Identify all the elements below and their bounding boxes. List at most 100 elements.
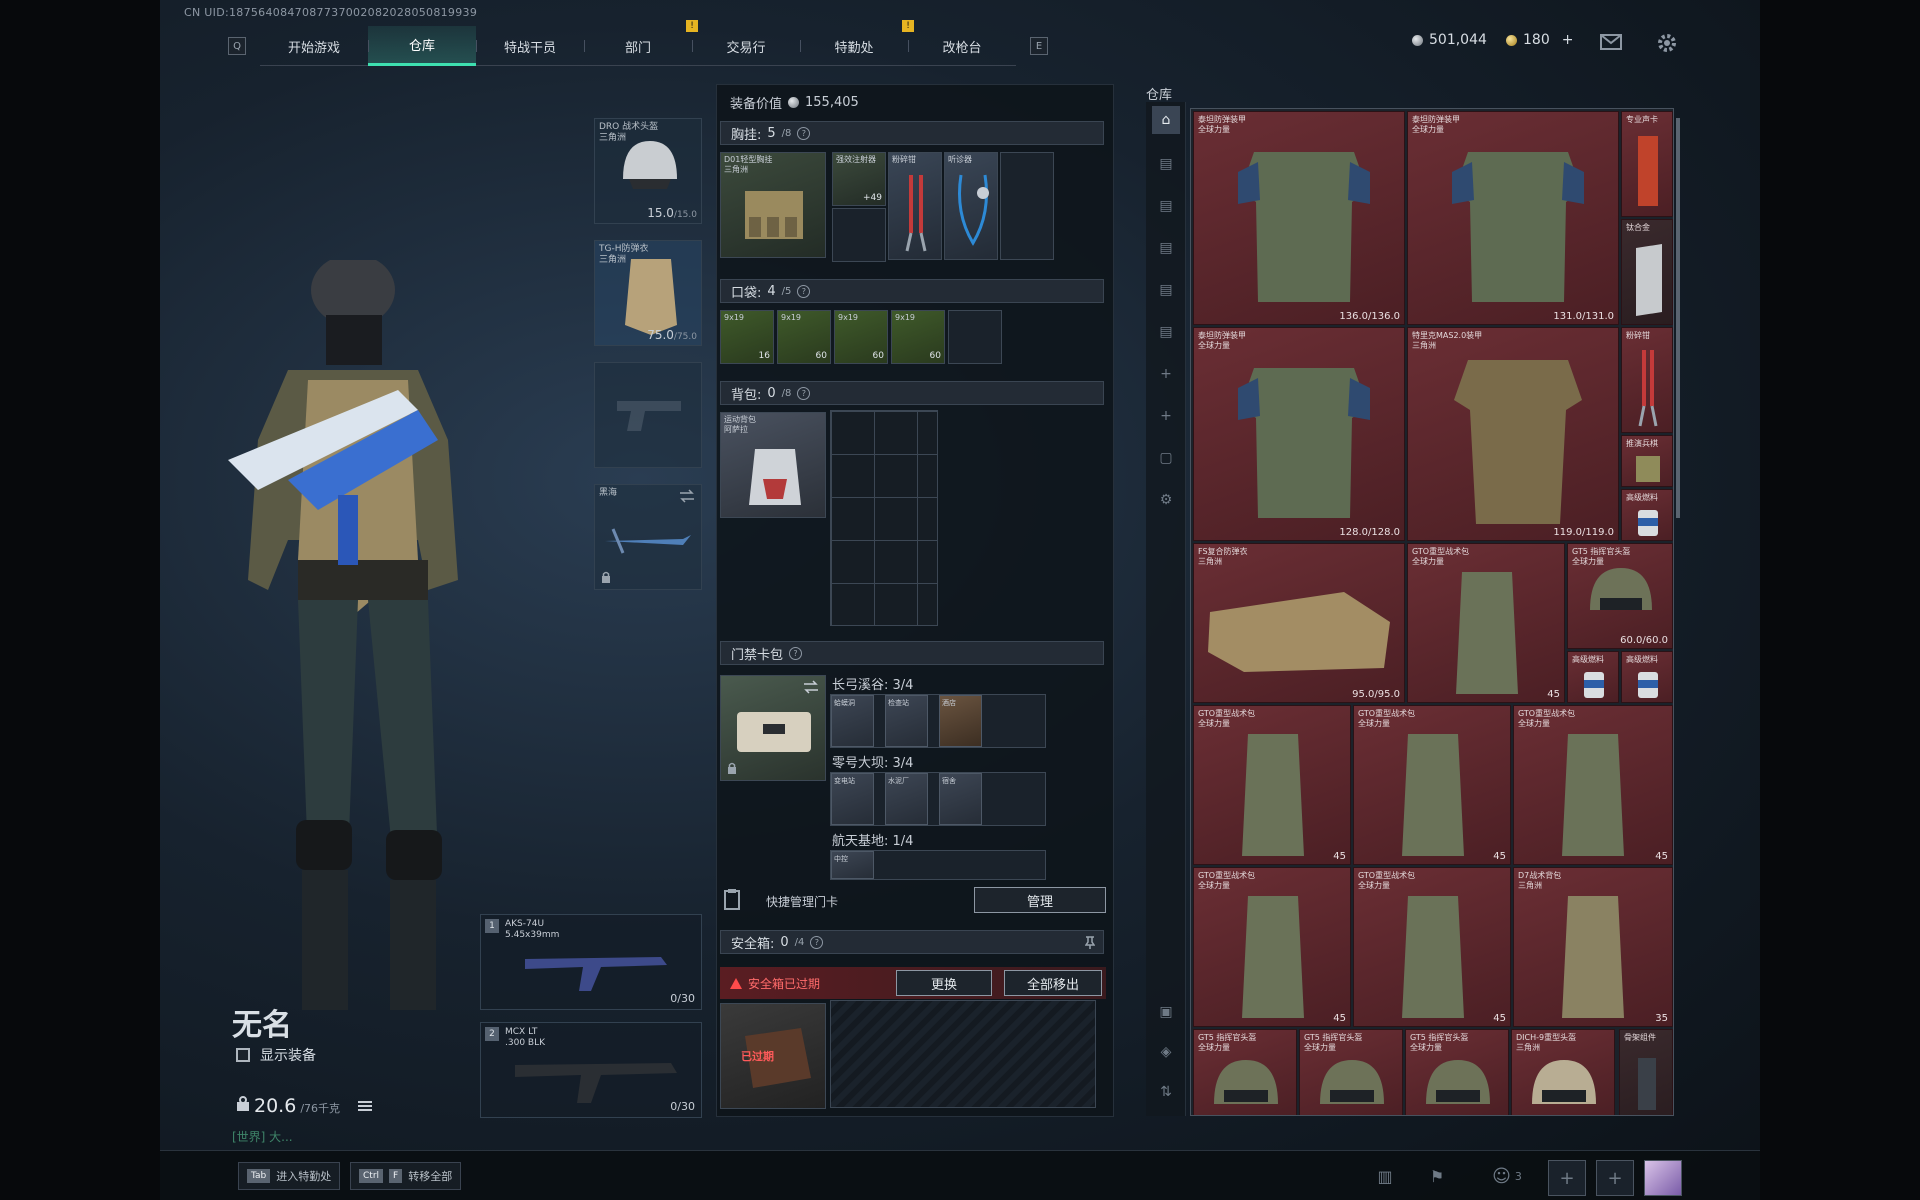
- operator-storage-icon[interactable]: ▣: [1152, 998, 1180, 1026]
- pistol-slot[interactable]: [594, 362, 702, 468]
- warehouse-item[interactable]: GT5 指挥官头盔 全球力量 60.0/60.0: [1567, 543, 1673, 649]
- melee-slot[interactable]: 黑海: [594, 484, 702, 590]
- warehouse-item[interactable]: 高级燃料: [1567, 651, 1619, 703]
- tab-market[interactable]: 交易行: [692, 26, 800, 66]
- world-chat-message[interactable]: [世界] 大...: [232, 1128, 293, 1145]
- show-equipment-checkbox[interactable]: [236, 1048, 250, 1062]
- pocket-ammo-item[interactable]: 9x19 60: [891, 310, 945, 364]
- tab-special-service[interactable]: 特勤处!: [800, 20, 914, 66]
- warehouse-item[interactable]: GT5 指挥官头盔 全球力量: [1405, 1029, 1509, 1115]
- invite-slot-button[interactable]: +: [1596, 1160, 1634, 1196]
- warehouse-tab-3-icon[interactable]: ▤: [1152, 234, 1180, 262]
- warehouse-scrollbar[interactable]: [1676, 118, 1680, 518]
- warehouse-item[interactable]: GT5 指挥官头盔 全球力量: [1193, 1029, 1297, 1115]
- warehouse-item[interactable]: 特里克MAS2.0装甲 三角洲 119.0/119.0: [1407, 327, 1619, 541]
- add-currency-icon[interactable]: +: [1562, 32, 1574, 48]
- list-icon[interactable]: [358, 1100, 373, 1112]
- warehouse-item[interactable]: D7战术背包 三角洲 35: [1513, 867, 1673, 1027]
- manage-button[interactable]: 管理: [974, 887, 1106, 913]
- warehouse-item[interactable]: 泰坦防弹装甲 全球力量 136.0/136.0: [1193, 111, 1405, 325]
- warehouse-all-icon[interactable]: ⌂: [1152, 106, 1180, 134]
- mail-icon[interactable]: [1600, 34, 1622, 50]
- warehouse-item[interactable]: 泰坦防弹装甲 全球力量 131.0/131.0: [1407, 111, 1619, 325]
- warehouse-tab-2-icon[interactable]: ▤: [1152, 192, 1180, 220]
- pin-icon[interactable]: [1085, 936, 1095, 950]
- warehouse-tab-4-icon[interactable]: ▤: [1152, 276, 1180, 304]
- transfer-all-button[interactable]: Ctrl F 转移全部: [350, 1162, 462, 1190]
- sort-icon[interactable]: ⇅: [1152, 1078, 1180, 1106]
- warehouse-item[interactable]: 推演兵棋: [1621, 435, 1673, 487]
- warehouse-item[interactable]: GTO重型战术包 全球力量 45: [1193, 705, 1351, 865]
- helmet-slot[interactable]: DRO 战术头盔 三角洲 15.0/15.0: [594, 118, 702, 224]
- layers-icon[interactable]: ◈: [1152, 1038, 1180, 1066]
- primary-weapon-slot[interactable]: 1 AKS-74U 5.45x39mm 0/30: [480, 914, 702, 1010]
- replace-button[interactable]: 更换: [896, 970, 992, 996]
- flag-icon[interactable]: ⚑: [1420, 1160, 1454, 1192]
- lock-icon[interactable]: ▢: [1152, 444, 1180, 472]
- chest-empty-cell[interactable]: [1000, 152, 1054, 260]
- tab-warehouse[interactable]: 仓库: [368, 26, 476, 66]
- warehouse-item[interactable]: DICH-9重型头盔 三角洲: [1511, 1029, 1615, 1115]
- chest-item[interactable]: 听诊器: [944, 152, 998, 260]
- chest-empty-cell[interactable]: [832, 208, 886, 262]
- show-equipment-toggle[interactable]: 显示装备: [236, 1045, 316, 1065]
- keycard-item[interactable]: 酒店: [939, 695, 982, 747]
- warehouse-item[interactable]: 骨架组件: [1619, 1029, 1673, 1115]
- gold-currency[interactable]: 180 +: [1506, 32, 1573, 48]
- tab-operators[interactable]: 特战干员: [476, 26, 584, 66]
- silver-currency: 501,044: [1412, 32, 1487, 48]
- tab-gunsmith[interactable]: 改枪台: [908, 26, 1016, 66]
- backpack-item[interactable]: 运动背包 阿萨拉: [720, 412, 826, 518]
- warehouse-item[interactable]: GT5 指挥官头盔 全球力量: [1299, 1029, 1403, 1115]
- pocket-ammo-item[interactable]: 9x19 16: [720, 310, 774, 364]
- backpack-grid[interactable]: [830, 410, 938, 626]
- tab-department[interactable]: 部门!: [584, 20, 698, 66]
- warehouse-item[interactable]: 高级燃料: [1621, 651, 1673, 703]
- warehouse-item[interactable]: FS复合防弹衣 三角洲 95.0/95.0: [1193, 543, 1405, 703]
- warehouse-item[interactable]: 钛合金: [1621, 219, 1673, 325]
- chest-rig-item[interactable]: D01轻型胸挂 三角洲: [720, 152, 826, 258]
- next-tab-key[interactable]: E: [1030, 37, 1048, 55]
- warehouse-item[interactable]: GTO重型战术包 全球力量 45: [1407, 543, 1565, 703]
- swap-icon[interactable]: [679, 489, 695, 503]
- safe-box-item[interactable]: 已过期: [720, 1003, 826, 1109]
- keycard-item[interactable]: 宿舍: [939, 773, 982, 825]
- settings-gear-icon[interactable]: ⚙: [1152, 486, 1180, 514]
- warehouse-item[interactable]: 粉碎钳: [1621, 327, 1673, 433]
- warehouse-item[interactable]: GTO重型战术包 全球力量 45: [1353, 867, 1511, 1027]
- chest-item[interactable]: 强效注射器 +49: [832, 152, 886, 206]
- move-all-button[interactable]: 全部移出: [1004, 970, 1102, 996]
- safe-box-grid[interactable]: [830, 1000, 1096, 1108]
- pocket-ammo-item[interactable]: 9x19 60: [777, 310, 831, 364]
- warehouse-item[interactable]: GTO重型战术包 全球力量 45: [1513, 705, 1673, 865]
- keycard-pack-item[interactable]: [720, 675, 826, 781]
- settings-gear-icon[interactable]: [1656, 32, 1678, 54]
- warehouse-item[interactable]: GTO重型战术包 全球力量 45: [1353, 705, 1511, 865]
- warehouse-item[interactable]: 泰坦防弹装甲 全球力量 128.0/128.0: [1193, 327, 1405, 541]
- tab-start-game[interactable]: 开始游戏: [260, 26, 368, 66]
- secondary-weapon-slot[interactable]: 2 MCX LT .300 BLK 0/30: [480, 1022, 702, 1118]
- warehouse-tab-1-icon[interactable]: ▤: [1152, 150, 1180, 178]
- add-tab-icon[interactable]: +: [1152, 360, 1180, 388]
- warehouse-tab-5-icon[interactable]: ▤: [1152, 318, 1180, 346]
- invite-slot-button[interactable]: +: [1548, 1160, 1586, 1196]
- keycard-item[interactable]: 变电站: [831, 773, 874, 825]
- keycard-item[interactable]: 检查站: [885, 695, 928, 747]
- warehouse-item[interactable]: 高级燃料: [1621, 489, 1673, 541]
- stats-chart-icon[interactable]: ▥: [1368, 1160, 1402, 1192]
- armor-slot[interactable]: TG-H防弹衣 三角洲 75.0/75.0: [594, 240, 702, 346]
- squad-icon[interactable]: ☺ 3: [1482, 1160, 1532, 1192]
- keycard-item[interactable]: 中控: [831, 851, 874, 879]
- keycard-item[interactable]: 水泥厂: [885, 773, 928, 825]
- keycard-item[interactable]: 蛤蟆洞: [831, 695, 874, 747]
- player-avatar[interactable]: [1644, 1160, 1682, 1196]
- add-tab-icon[interactable]: +: [1152, 402, 1180, 430]
- enter-special-service-button[interactable]: Tab 进入特勤处: [238, 1162, 341, 1190]
- warehouse-item[interactable]: 专业声卡: [1621, 111, 1673, 217]
- pocket-ammo-item[interactable]: 9x19 60: [834, 310, 888, 364]
- pocket-empty-cell[interactable]: [948, 310, 1002, 364]
- chest-item[interactable]: 粉碎钳: [888, 152, 942, 260]
- warehouse-item[interactable]: GTO重型战术包 全球力量 45: [1193, 867, 1351, 1027]
- prev-tab-key[interactable]: Q: [228, 37, 246, 55]
- swap-icon[interactable]: [803, 680, 819, 694]
